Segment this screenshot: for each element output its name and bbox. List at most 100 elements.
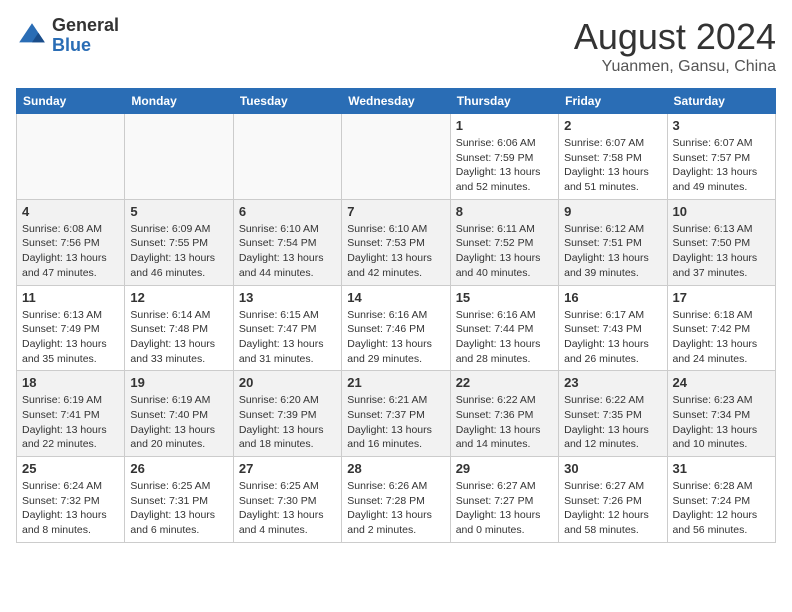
day-info: Sunrise: 6:21 AM Sunset: 7:37 PM Dayligh… [347, 393, 444, 452]
day-number: 3 [673, 118, 770, 133]
day-number: 24 [673, 375, 770, 390]
day-number: 21 [347, 375, 444, 390]
day-info: Sunrise: 6:26 AM Sunset: 7:28 PM Dayligh… [347, 479, 444, 538]
day-info: Sunrise: 6:11 AM Sunset: 7:52 PM Dayligh… [456, 222, 553, 281]
calendar-table: SundayMondayTuesdayWednesdayThursdayFrid… [16, 88, 776, 543]
day-number: 8 [456, 204, 553, 219]
day-number: 20 [239, 375, 336, 390]
calendar-cell: 3 Sunrise: 6:07 AM Sunset: 7:57 PM Daylig… [667, 114, 775, 200]
day-number: 6 [239, 204, 336, 219]
calendar-cell: 18 Sunrise: 6:19 AM Sunset: 7:41 PM Dayli… [17, 371, 125, 457]
day-number: 29 [456, 461, 553, 476]
calendar-cell: 16 Sunrise: 6:17 AM Sunset: 7:43 PM Dayli… [559, 285, 667, 371]
calendar-week-row: 4 Sunrise: 6:08 AM Sunset: 7:56 PM Daylig… [17, 199, 776, 285]
day-number: 23 [564, 375, 661, 390]
calendar-cell [233, 114, 341, 200]
day-info: Sunrise: 6:24 AM Sunset: 7:32 PM Dayligh… [22, 479, 119, 538]
logo-blue: Blue [52, 36, 119, 56]
calendar-cell: 4 Sunrise: 6:08 AM Sunset: 7:56 PM Daylig… [17, 199, 125, 285]
day-number: 11 [22, 290, 119, 305]
calendar-cell: 9Sunrise: 6:12 AM Sunset: 7:51 PM Daylig… [559, 199, 667, 285]
calendar-week-row: 11Sunrise: 6:13 AM Sunset: 7:49 PM Dayli… [17, 285, 776, 371]
day-info: Sunrise: 6:25 AM Sunset: 7:30 PM Dayligh… [239, 479, 336, 538]
day-number: 28 [347, 461, 444, 476]
day-info: Sunrise: 6:10 AM Sunset: 7:53 PM Dayligh… [347, 222, 444, 281]
day-number: 14 [347, 290, 444, 305]
day-info: Sunrise: 6:28 AM Sunset: 7:24 PM Dayligh… [673, 479, 770, 538]
calendar-cell: 21 Sunrise: 6:21 AM Sunset: 7:37 PM Dayli… [342, 371, 450, 457]
day-number: 12 [130, 290, 227, 305]
calendar-cell: 12 Sunrise: 6:14 AM Sunset: 7:48 PM Dayli… [125, 285, 233, 371]
calendar-cell: 1 Sunrise: 6:06 AM Sunset: 7:59 PM Daylig… [450, 114, 558, 200]
calendar-week-row: 25 Sunrise: 6:24 AM Sunset: 7:32 PM Dayli… [17, 457, 776, 543]
day-info: Sunrise: 6:10 AM Sunset: 7:54 PM Dayligh… [239, 222, 336, 281]
weekday-header-sunday: Sunday [17, 89, 125, 114]
calendar-cell: 20 Sunrise: 6:20 AM Sunset: 7:39 PM Dayli… [233, 371, 341, 457]
day-info: Sunrise: 6:07 AM Sunset: 7:57 PM Dayligh… [673, 136, 770, 195]
weekday-header-tuesday: Tuesday [233, 89, 341, 114]
logo: General Blue [16, 16, 119, 56]
calendar-cell: 13 Sunrise: 6:15 AM Sunset: 7:47 PM Dayli… [233, 285, 341, 371]
day-number: 2 [564, 118, 661, 133]
weekday-header-thursday: Thursday [450, 89, 558, 114]
day-number: 1 [456, 118, 553, 133]
calendar-cell: 15 Sunrise: 6:16 AM Sunset: 7:44 PM Dayli… [450, 285, 558, 371]
day-info: Sunrise: 6:19 AM Sunset: 7:40 PM Dayligh… [130, 393, 227, 452]
day-info: Sunrise: 6:27 AM Sunset: 7:27 PM Dayligh… [456, 479, 553, 538]
weekday-header-friday: Friday [559, 89, 667, 114]
day-number: 4 [22, 204, 119, 219]
calendar-cell: 24 Sunrise: 6:23 AM Sunset: 7:34 PM Dayli… [667, 371, 775, 457]
day-info: Sunrise: 6:22 AM Sunset: 7:36 PM Dayligh… [456, 393, 553, 452]
day-info: Sunrise: 6:16 AM Sunset: 7:44 PM Dayligh… [456, 308, 553, 367]
weekday-row: SundayMondayTuesdayWednesdayThursdayFrid… [17, 89, 776, 114]
day-info: Sunrise: 6:13 AM Sunset: 7:50 PM Dayligh… [673, 222, 770, 281]
calendar-cell: 28 Sunrise: 6:26 AM Sunset: 7:28 PM Dayli… [342, 457, 450, 543]
day-info: Sunrise: 6:15 AM Sunset: 7:47 PM Dayligh… [239, 308, 336, 367]
calendar-header: SundayMondayTuesdayWednesdayThursdayFrid… [17, 89, 776, 114]
day-info: Sunrise: 6:20 AM Sunset: 7:39 PM Dayligh… [239, 393, 336, 452]
calendar-cell: 27Sunrise: 6:25 AM Sunset: 7:30 PM Dayli… [233, 457, 341, 543]
day-info: Sunrise: 6:16 AM Sunset: 7:46 PM Dayligh… [347, 308, 444, 367]
day-info: Sunrise: 6:06 AM Sunset: 7:59 PM Dayligh… [456, 136, 553, 195]
day-info: Sunrise: 6:19 AM Sunset: 7:41 PM Dayligh… [22, 393, 119, 452]
day-info: Sunrise: 6:09 AM Sunset: 7:55 PM Dayligh… [130, 222, 227, 281]
day-info: Sunrise: 6:08 AM Sunset: 7:56 PM Dayligh… [22, 222, 119, 281]
day-info: Sunrise: 6:17 AM Sunset: 7:43 PM Dayligh… [564, 308, 661, 367]
calendar-cell: 11Sunrise: 6:13 AM Sunset: 7:49 PM Dayli… [17, 285, 125, 371]
logo-general: General [52, 16, 119, 36]
logo-text: General Blue [52, 16, 119, 56]
calendar-cell: 17Sunrise: 6:18 AM Sunset: 7:42 PM Dayli… [667, 285, 775, 371]
weekday-header-saturday: Saturday [667, 89, 775, 114]
day-number: 22 [456, 375, 553, 390]
day-number: 16 [564, 290, 661, 305]
day-number: 5 [130, 204, 227, 219]
calendar-cell: 31 Sunrise: 6:28 AM Sunset: 7:24 PM Dayli… [667, 457, 775, 543]
calendar-cell: 8 Sunrise: 6:11 AM Sunset: 7:52 PM Daylig… [450, 199, 558, 285]
day-number: 31 [673, 461, 770, 476]
calendar-cell: 2Sunrise: 6:07 AM Sunset: 7:58 PM Daylig… [559, 114, 667, 200]
title-block: August 2024 Yuanmen, Gansu, China [574, 16, 776, 76]
calendar-cell: 25 Sunrise: 6:24 AM Sunset: 7:32 PM Dayli… [17, 457, 125, 543]
calendar-cell: 22 Sunrise: 6:22 AM Sunset: 7:36 PM Dayli… [450, 371, 558, 457]
calendar-cell: 14 Sunrise: 6:16 AM Sunset: 7:46 PM Dayli… [342, 285, 450, 371]
calendar-week-row: 18 Sunrise: 6:19 AM Sunset: 7:41 PM Dayli… [17, 371, 776, 457]
day-number: 25 [22, 461, 119, 476]
day-number: 15 [456, 290, 553, 305]
day-number: 7 [347, 204, 444, 219]
location: Yuanmen, Gansu, China [574, 58, 776, 76]
day-info: Sunrise: 6:25 AM Sunset: 7:31 PM Dayligh… [130, 479, 227, 538]
calendar-cell [17, 114, 125, 200]
day-number: 17 [673, 290, 770, 305]
day-number: 30 [564, 461, 661, 476]
day-info: Sunrise: 6:23 AM Sunset: 7:34 PM Dayligh… [673, 393, 770, 452]
calendar-cell: 23Sunrise: 6:22 AM Sunset: 7:35 PM Dayli… [559, 371, 667, 457]
day-info: Sunrise: 6:14 AM Sunset: 7:48 PM Dayligh… [130, 308, 227, 367]
day-number: 13 [239, 290, 336, 305]
day-number: 19 [130, 375, 227, 390]
weekday-header-wednesday: Wednesday [342, 89, 450, 114]
calendar-cell [125, 114, 233, 200]
logo-icon [16, 20, 48, 52]
day-number: 18 [22, 375, 119, 390]
day-number: 26 [130, 461, 227, 476]
calendar-cell: 10Sunrise: 6:13 AM Sunset: 7:50 PM Dayli… [667, 199, 775, 285]
